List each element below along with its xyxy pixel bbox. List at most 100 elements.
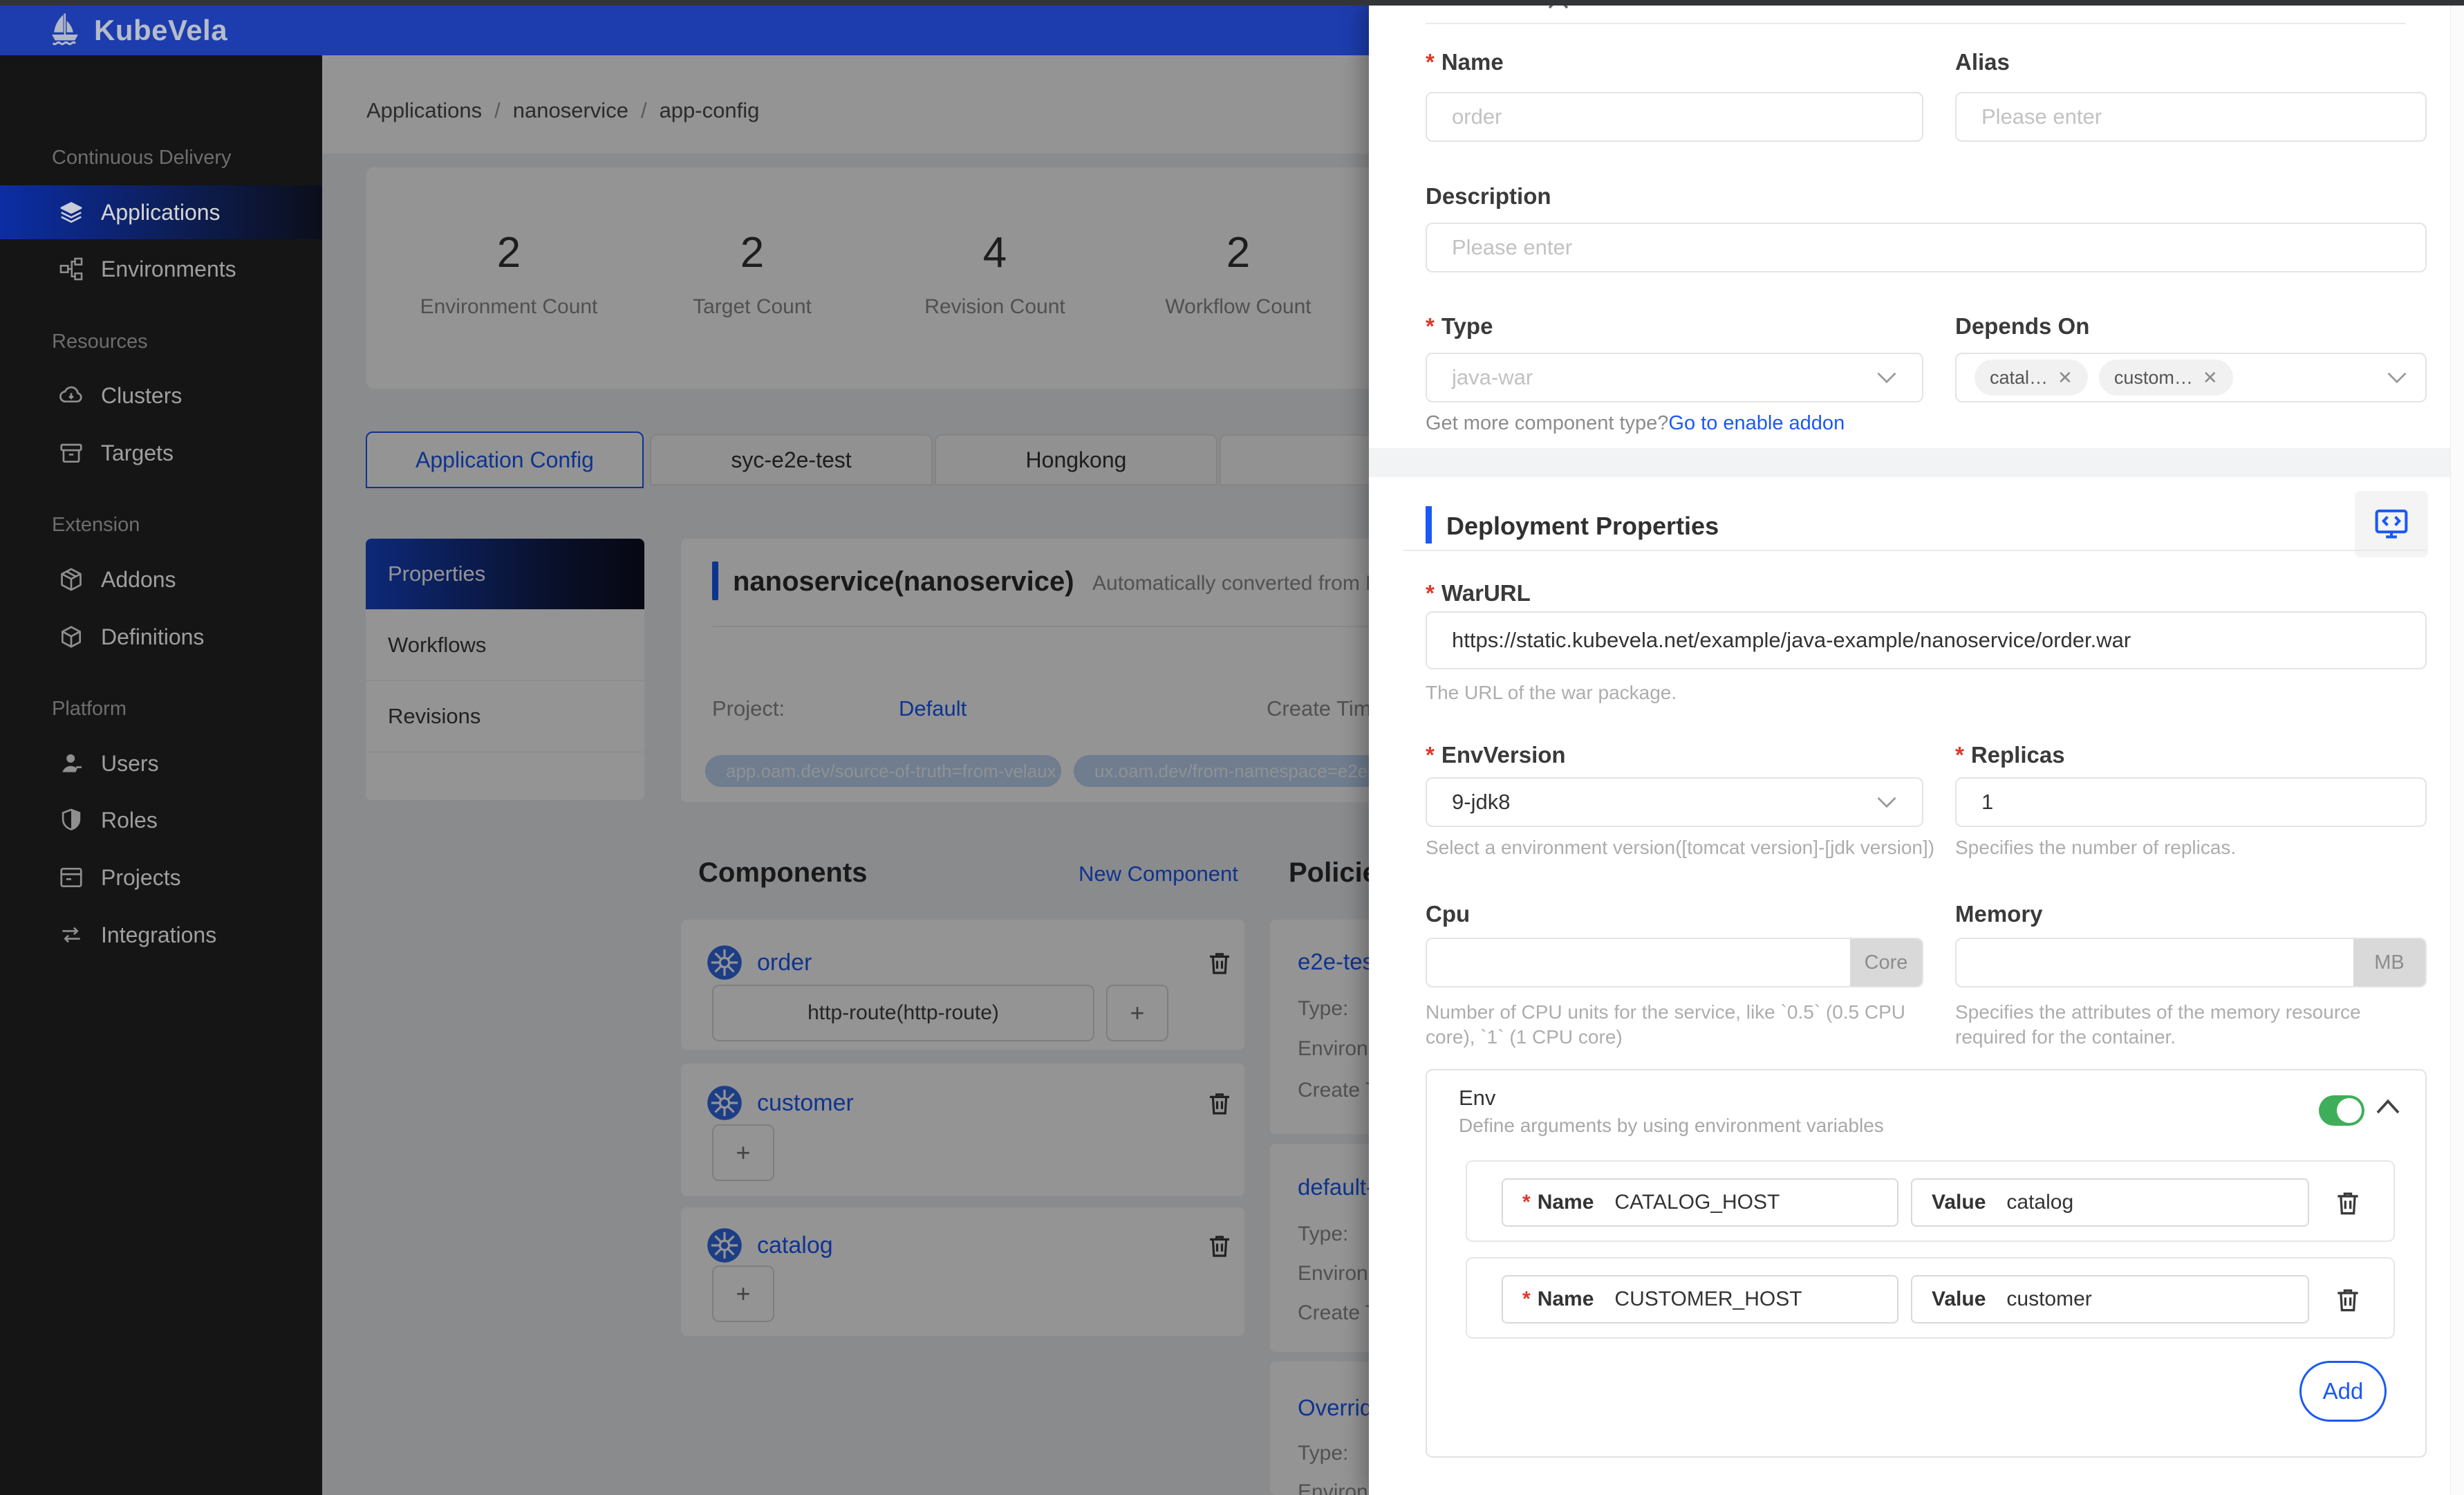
- sidebar-item-label: Clusters: [101, 382, 183, 408]
- chevron-down-icon: [1876, 371, 1897, 384]
- memory-unit-addon: MB: [2353, 939, 2425, 986]
- depends-on-field-label: Depends On: [1955, 313, 2090, 339]
- code-editor-button[interactable]: [2355, 491, 2428, 557]
- envversion-help: Select a environment version([tomcat ver…: [1426, 837, 1935, 858]
- selected-tag: custom… ✕: [2098, 360, 2233, 396]
- depends-on-multiselect[interactable]: catal… ✕ custom… ✕: [1955, 353, 2427, 402]
- sidebar-item-environments[interactable]: Environments: [0, 242, 322, 296]
- environments-icon: [58, 256, 84, 282]
- sidebar-item-users[interactable]: Users: [0, 736, 322, 790]
- trash-icon[interactable]: [2333, 1285, 2363, 1315]
- drawer-mask[interactable]: [322, 55, 1369, 1495]
- component-edit-drawer: * Name order Alias Please enter Descript…: [1369, 6, 2464, 1495]
- layers-icon: [58, 199, 84, 225]
- cpu-unit-addon: Core: [1850, 939, 1922, 986]
- kubevela-logo[interactable]: KubeVela: [46, 11, 227, 50]
- name-input[interactable]: order: [1426, 92, 1923, 142]
- chevron-down-icon: [1876, 796, 1897, 808]
- replicas-input[interactable]: 1: [1955, 777, 2427, 827]
- envversion-select[interactable]: 9-jdk8: [1426, 777, 1923, 827]
- selected-tag: catal… ✕: [1975, 360, 2088, 396]
- type-field-label: * Type: [1426, 313, 1493, 339]
- package-icon: [58, 566, 84, 593]
- env-name-field[interactable]: * Name CUSTOMER_HOST: [1502, 1275, 1898, 1324]
- memory-field-label: Memory: [1955, 901, 2043, 927]
- replicas-field-label: * Replicas: [1955, 742, 2065, 768]
- cpu-help: Number of CPU units for the service, lik…: [1426, 1001, 1906, 1048]
- sidebar-item-label: Roles: [101, 807, 158, 833]
- sailboat-logo-icon: [46, 11, 84, 50]
- divider: [1403, 550, 2427, 551]
- collapse-chevron-up-icon[interactable]: [2376, 1098, 2400, 1115]
- sidebar-item-targets[interactable]: Targets: [0, 426, 322, 480]
- window-icon: [58, 864, 84, 891]
- warurl-input[interactable]: https://static.kubevela.net/example/java…: [1426, 611, 2427, 669]
- sidebar-item-addons[interactable]: Addons: [0, 552, 322, 606]
- sidebar-item-roles[interactable]: Roles: [0, 793, 322, 847]
- add-env-button[interactable]: Add: [2299, 1361, 2387, 1422]
- env-row: * Name CUSTOMER_HOST Value customer: [1466, 1257, 2395, 1339]
- enable-addon-link[interactable]: Go to enable addon: [1668, 412, 1845, 434]
- sidebar-item-clusters[interactable]: Clusters: [0, 369, 322, 423]
- warurl-help: The URL of the war package.: [1426, 682, 1677, 703]
- cpu-field-label: Cpu: [1426, 901, 1471, 927]
- env-value-field[interactable]: Value customer: [1911, 1275, 2309, 1324]
- warurl-field-label: * WarURL: [1426, 580, 1531, 606]
- description-field-label: Description: [1426, 183, 1551, 209]
- sidebar-item-definitions[interactable]: Definitions: [0, 610, 322, 664]
- env-subtitle: Define arguments by using environment va…: [1459, 1115, 1884, 1136]
- section-accent-bar: [1426, 506, 1432, 544]
- env-name-field[interactable]: * Name CATALOG_HOST: [1502, 1178, 1898, 1227]
- remove-tag-icon[interactable]: ✕: [2203, 367, 2218, 389]
- remove-tag-icon[interactable]: ✕: [2057, 367, 2073, 389]
- sidebar-item-label: Definitions: [101, 624, 205, 649]
- app-title: KubeVela: [94, 14, 228, 46]
- kubevela-app: KubeVela Continuous Delivery Application…: [0, 0, 2464, 1495]
- sidebar-section-resources: Resources: [52, 331, 148, 353]
- sidebar-item-applications[interactable]: Applications: [0, 185, 322, 239]
- trash-icon[interactable]: [2333, 1188, 2363, 1218]
- envversion-field-label: * EnvVersion: [1426, 742, 1566, 768]
- chevron-down-icon: [2387, 371, 2407, 384]
- scrollbar[interactable]: [2450, 6, 2464, 1495]
- sidebar-item-label: Integrations: [101, 922, 217, 947]
- archive-box-icon: [58, 440, 84, 466]
- sidebar-item-label: Addons: [101, 566, 176, 592]
- env-enabled-toggle[interactable]: [2319, 1095, 2364, 1126]
- alias-field-label: Alias: [1955, 49, 2010, 75]
- env-section: Env Define arguments by using environmen…: [1426, 1069, 2427, 1458]
- description-input[interactable]: Please enter: [1426, 223, 2427, 272]
- section-separator: [1369, 448, 2464, 477]
- sidebar-item-label: Targets: [101, 440, 174, 465]
- env-row: * Name CATALOG_HOST Value catalog: [1466, 1160, 2395, 1242]
- sidebar-item-label: Users: [101, 750, 159, 776]
- memory-input[interactable]: MB: [1955, 938, 2427, 987]
- user-icon: [58, 750, 84, 777]
- transfer-arrows-icon: [58, 922, 84, 948]
- sidebar-section-continuous-delivery: Continuous Delivery: [52, 147, 232, 169]
- cube-icon: [58, 624, 84, 650]
- alias-input[interactable]: Please enter: [1955, 92, 2427, 142]
- name-field-label: * Name: [1426, 49, 1504, 75]
- env-value-field[interactable]: Value catalog: [1911, 1178, 2309, 1227]
- addon-tip: Get more component type?Go to enable add…: [1426, 412, 1845, 434]
- sidebar: Continuous Delivery Applications Environ…: [0, 55, 322, 1495]
- sidebar-section-platform: Platform: [52, 698, 127, 720]
- window-top-strip: [0, 0, 2464, 6]
- code-monitor-icon: [2373, 505, 2410, 543]
- deployment-properties-title: Deployment Properties: [1446, 512, 1719, 540]
- type-select[interactable]: java-war: [1426, 353, 1923, 402]
- sidebar-item-projects[interactable]: Projects: [0, 851, 322, 904]
- sidebar-item-label: Environments: [101, 256, 236, 281]
- env-title: Env: [1459, 1086, 1496, 1110]
- cloud-download-icon: [58, 382, 84, 409]
- replicas-help: Specifies the number of replicas.: [1955, 837, 2237, 858]
- chevron-up-icon: [1543, 6, 1574, 12]
- shield-icon: [58, 807, 84, 833]
- sidebar-item-integrations[interactable]: Integrations: [0, 908, 322, 962]
- cpu-input[interactable]: Core: [1426, 938, 1923, 987]
- divider: [1426, 23, 2406, 24]
- sidebar-item-label: Projects: [101, 864, 181, 890]
- sidebar-section-extension: Extension: [52, 514, 140, 536]
- memory-help: Specifies the attributes of the memory r…: [1955, 1001, 2361, 1048]
